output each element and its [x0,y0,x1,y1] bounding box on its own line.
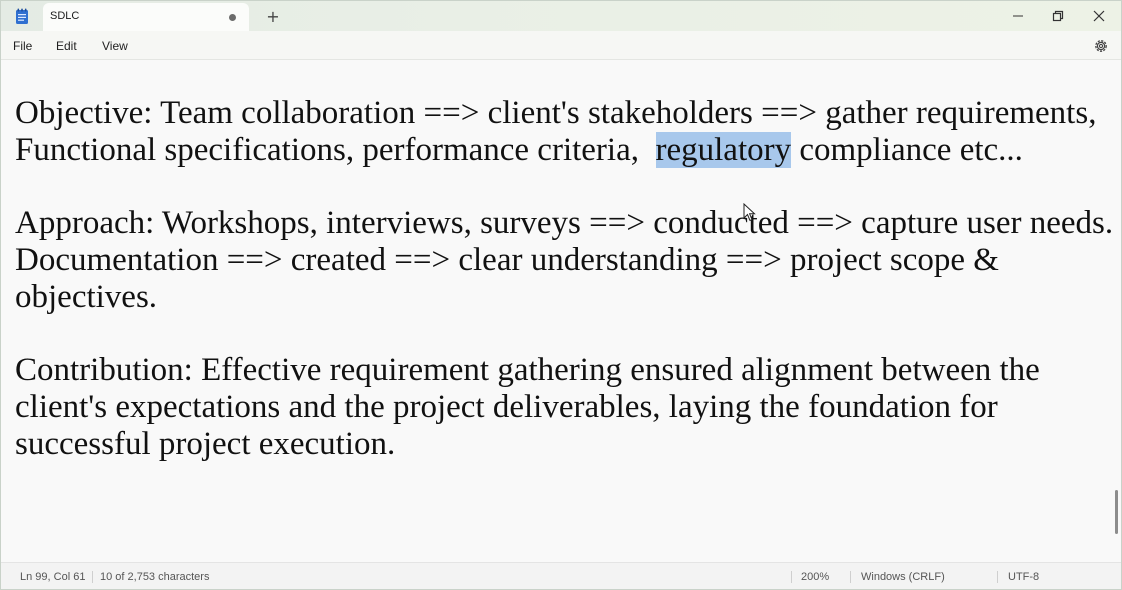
character-count: 10 of 2,753 characters [100,571,210,583]
text-line: Documentation ==> created ==> clear unde… [15,242,999,278]
unsaved-dot-icon[interactable] [229,14,236,21]
text-line: Contribution: Effective requirement gath… [15,352,1040,388]
document-text[interactable]: Objective: Team collaboration ==> client… [15,95,1114,463]
restore-icon [1052,10,1064,22]
text-line: client's expectations and the project de… [15,389,998,425]
menu-file[interactable]: File [13,39,32,53]
zoom-level[interactable]: 200% [801,571,829,583]
mouse-pointer-icon [743,203,756,222]
close-button[interactable] [1079,1,1119,31]
text-line: Approach: Workshops, interviews, surveys… [15,205,1114,241]
menu-bar: File Edit View [1,31,1121,60]
text-line: successful project execution. [15,426,396,462]
restore-button[interactable] [1038,1,1078,31]
tab-title: SDLC [50,10,80,22]
status-divider [791,571,792,583]
vertical-scrollbar[interactable] [1115,490,1118,534]
line-ending[interactable]: Windows (CRLF) [861,571,945,583]
notepad-window: SDLC + File Edit View Objective: Team co… [0,0,1122,590]
notepad-app-icon [16,8,28,24]
text-editor[interactable]: Objective: Team collaboration ==> client… [1,60,1118,562]
encoding[interactable]: UTF-8 [1008,571,1039,583]
text-segment: compliance etc... [791,132,1023,168]
text-segment: Functional specifications, performance c… [15,132,656,168]
close-icon [1093,10,1105,22]
text-line: Objective: Team collaboration ==> client… [15,95,1097,131]
menu-edit[interactable]: Edit [56,39,77,53]
minimize-icon [1013,15,1023,17]
title-bar: SDLC + [1,1,1121,31]
new-tab-button[interactable]: + [263,7,283,27]
minimize-button[interactable] [998,1,1038,31]
text-line: Functional specifications, performance c… [15,132,1110,169]
status-bar: Ln 99, Col 61 10 of 2,753 characters 200… [1,562,1121,589]
selected-text: regulatory [655,132,792,168]
menu-view[interactable]: View [102,39,128,53]
status-divider [850,571,851,583]
status-divider [92,571,93,583]
tab-sdlc[interactable]: SDLC [43,3,249,31]
text-line: objectives. [15,279,158,315]
status-divider [997,571,998,583]
settings-gear-icon[interactable] [1093,38,1109,54]
cursor-position: Ln 99, Col 61 [20,571,86,583]
